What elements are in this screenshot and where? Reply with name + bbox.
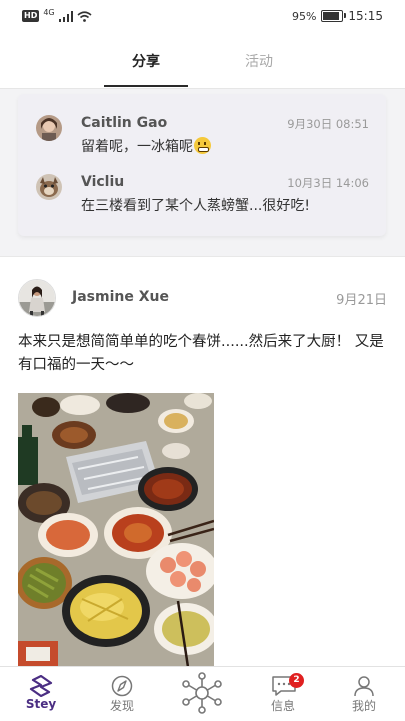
comment-text: 留着呢，一冰箱呢	[81, 136, 211, 156]
avatar[interactable]	[18, 279, 56, 317]
battery-icon	[321, 10, 347, 22]
comment-text: 在三楼看到了某个人蒸螃蟹...很好吃!	[81, 198, 310, 214]
comment-time: 9月30日 08:51	[287, 117, 369, 131]
clock: 15:15	[348, 9, 383, 23]
comments-card: Caitlin Gao 9月30日 08:51 留着呢，一冰箱呢 Vicliu …	[18, 94, 386, 236]
comment-item[interactable]: Vicliu 10月3日 14:06 在三楼看到了某个人蒸螃蟹...很好吃!	[18, 154, 386, 214]
nav-hub[interactable]	[167, 667, 237, 721]
comment-item[interactable]: Caitlin Gao 9月30日 08:51 留着呢，一冰箱呢	[18, 94, 386, 156]
post-date: 9月21日	[336, 293, 387, 308]
status-left: HD 4G	[22, 8, 92, 22]
tab-bar: 分享 活动	[0, 34, 405, 89]
post-author[interactable]: Jasmine Xue	[72, 289, 169, 305]
nav-stey[interactable]: Stey	[6, 667, 76, 721]
stey-logo-icon	[29, 675, 53, 697]
post-text: 本来只是想简简单单的吃个春饼......然后来了大厨！ 又是有口福的一天～～	[18, 334, 384, 373]
comment-author: Vicliu	[81, 174, 125, 190]
hd-badge: HD	[22, 10, 40, 22]
feed-post: Jasmine Xue 9月21日 本来只是想简简单单的吃个春饼......然后…	[0, 256, 405, 667]
nav-label: 发现	[109, 699, 134, 713]
unread-badge: 2	[289, 673, 304, 688]
status-bar: HD 4G 95% 15:15	[0, 0, 405, 34]
nav-messages[interactable]: 2 信息	[248, 667, 318, 721]
tab-share[interactable]: 分享	[101, 51, 191, 71]
nav-profile[interactable]: 我的	[329, 667, 399, 721]
network-type: 4G	[43, 8, 55, 17]
comment-text-content: 留着呢，一冰箱呢	[81, 139, 193, 155]
hub-network-icon	[182, 672, 222, 714]
avatar[interactable]	[36, 115, 62, 141]
profile-icon	[354, 676, 374, 697]
comment-author: Caitlin Gao	[81, 115, 168, 131]
nav-label: 信息	[270, 699, 295, 713]
nav-label: 我的	[351, 699, 376, 713]
grimacing-face-icon	[194, 137, 211, 154]
nav-discover[interactable]: 发现	[87, 667, 157, 721]
post-photo[interactable]	[18, 393, 214, 667]
compass-icon	[111, 675, 133, 697]
status-right: 95% 15:15	[292, 9, 383, 23]
battery-percent: 95%	[291, 9, 317, 23]
comment-time: 10月3日 14:06	[287, 176, 369, 190]
bottom-nav: Stey 发现 2 信息 我的	[0, 666, 405, 721]
wifi-icon	[77, 10, 92, 22]
tab-activity[interactable]: 活动	[214, 51, 304, 71]
signal-icon	[58, 10, 73, 22]
active-tab-indicator	[104, 85, 188, 87]
nav-label: Stey	[25, 697, 57, 711]
avatar[interactable]	[36, 174, 62, 200]
